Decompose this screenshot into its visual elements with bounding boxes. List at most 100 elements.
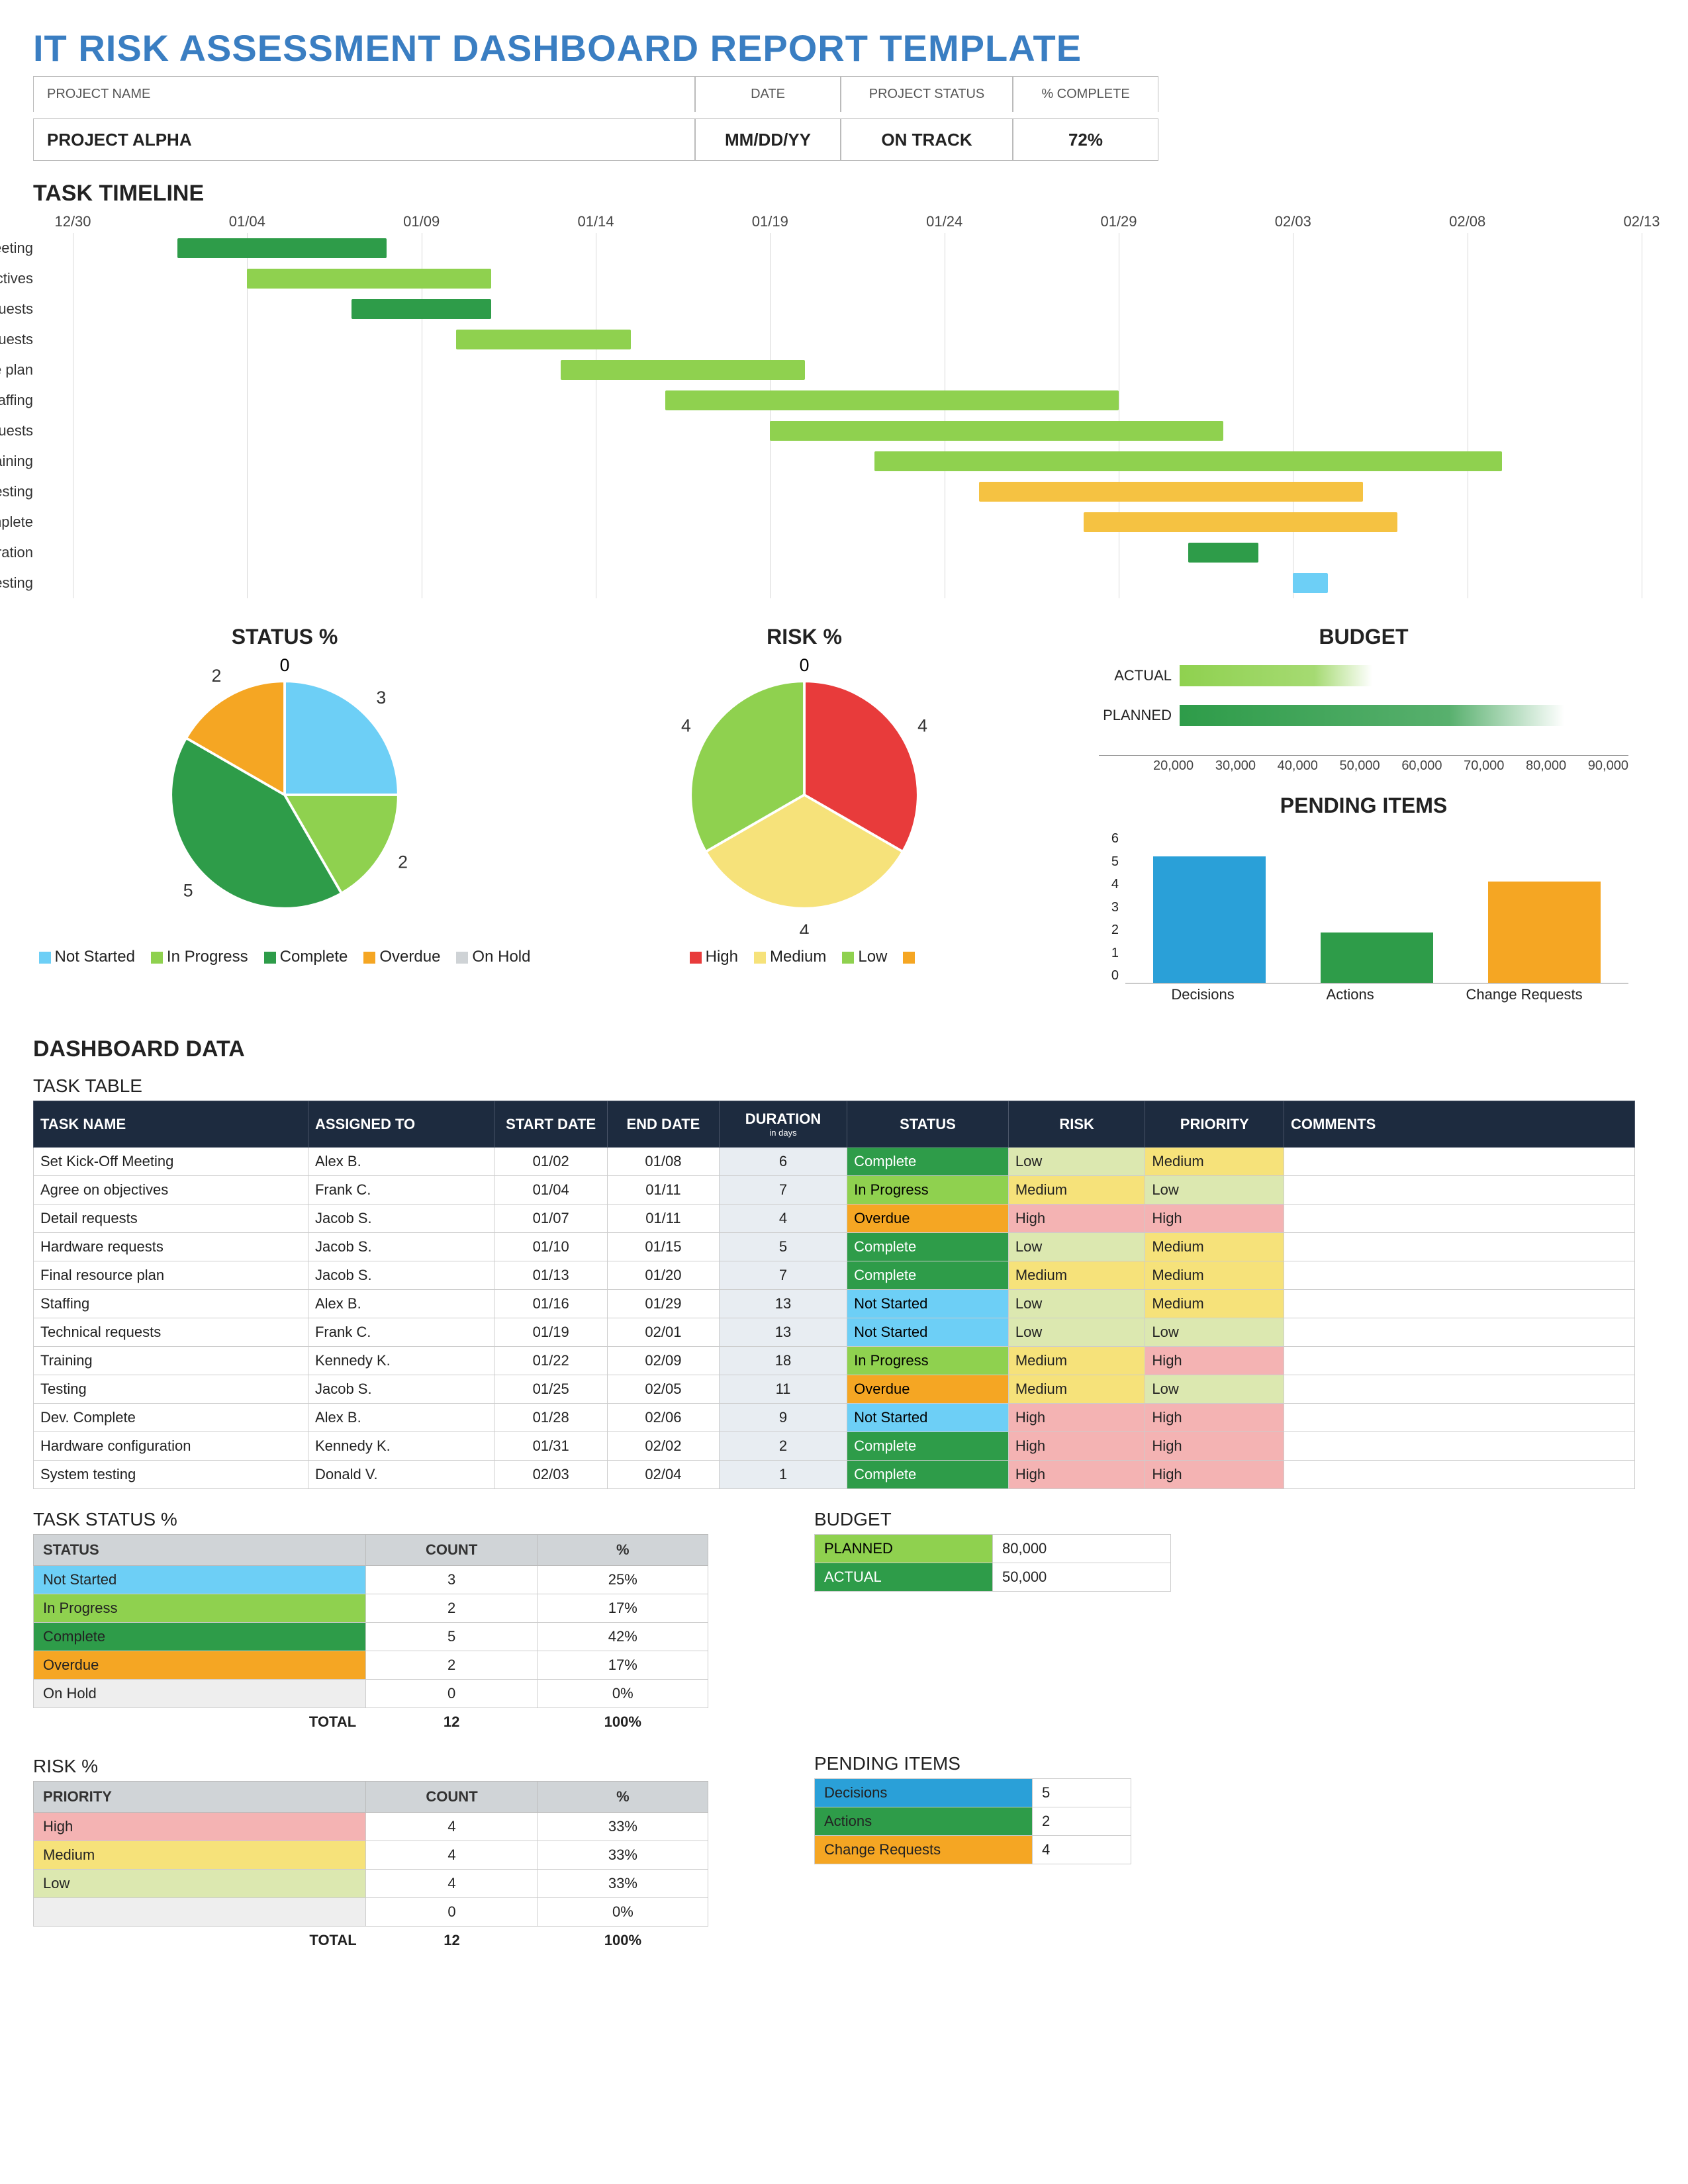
legend-item: Medium	[754, 948, 826, 966]
task-th: COMMENTS	[1284, 1101, 1635, 1148]
task-cell: Jacob S.	[308, 1205, 494, 1233]
kv-val: 5	[1033, 1779, 1131, 1807]
task-cell: 1	[719, 1461, 847, 1489]
mini-th: %	[538, 1535, 708, 1566]
value-complete: 72%	[1013, 118, 1158, 161]
mini-cell: Medium	[34, 1841, 366, 1870]
task-th: PRIORITY	[1145, 1101, 1284, 1148]
task-cell: Jacob S.	[308, 1375, 494, 1404]
task-cell: Complete	[847, 1461, 1009, 1489]
legend-item: In Progress	[151, 948, 248, 966]
task-cell: Training	[34, 1347, 308, 1375]
mini-cell: 33%	[538, 1841, 708, 1870]
task-th: START DATE	[494, 1101, 608, 1148]
task-cell: Low	[1008, 1233, 1145, 1261]
task-cell: Medium	[1008, 1261, 1145, 1290]
task-cell: Hardware configuration	[34, 1432, 308, 1461]
task-cell: Medium	[1008, 1347, 1145, 1375]
section-task-status: TASK STATUS %	[33, 1509, 708, 1530]
task-cell: System testing	[34, 1461, 308, 1489]
status-table: STATUSCOUNT%Not Started325%In Progress21…	[33, 1534, 708, 1736]
legend-status: Not StartedIn ProgressCompleteOverdueOn …	[33, 948, 536, 966]
kv-key: ACTUAL	[815, 1563, 993, 1592]
task-cell: 01/31	[494, 1432, 608, 1461]
mini-th: PRIORITY	[34, 1782, 366, 1813]
task-cell: Frank C.	[308, 1318, 494, 1347]
task-cell	[1284, 1404, 1635, 1432]
table-row: PLANNED80,000	[815, 1535, 1171, 1563]
task-cell: Medium	[1008, 1176, 1145, 1205]
kv-val: 50,000	[993, 1563, 1171, 1592]
task-cell: Medium	[1145, 1261, 1284, 1290]
budget-tick: 40,000	[1278, 758, 1318, 774]
task-cell: High	[1008, 1404, 1145, 1432]
label-status: PROJECT STATUS	[841, 76, 1013, 112]
table-row: Final resource planJacob S.01/1301/207Co…	[34, 1261, 1635, 1290]
kv-key: Change Requests	[815, 1836, 1033, 1864]
task-cell: Kennedy K.	[308, 1347, 494, 1375]
table-row: Complete542%	[34, 1623, 708, 1651]
budget-tick: 50,000	[1339, 758, 1380, 774]
chart-title-pending: PENDING ITEMS	[1072, 794, 1655, 818]
task-cell: Complete	[847, 1148, 1009, 1176]
task-cell: 01/04	[494, 1176, 608, 1205]
task-cell	[1284, 1233, 1635, 1261]
task-cell: 01/29	[607, 1290, 719, 1318]
task-cell: Jacob S.	[308, 1261, 494, 1290]
gantt-row: Dev. Complete	[73, 507, 1642, 537]
mini-cell: 2	[365, 1651, 538, 1680]
task-cell: Alex B.	[308, 1290, 494, 1318]
task-cell: Dev. Complete	[34, 1404, 308, 1432]
task-cell: Low	[1008, 1148, 1145, 1176]
task-th: END DATE	[607, 1101, 719, 1148]
task-cell	[1284, 1205, 1635, 1233]
task-cell: Medium	[1145, 1148, 1284, 1176]
kv-val: 80,000	[993, 1535, 1171, 1563]
task-cell: 02/02	[607, 1432, 719, 1461]
task-cell: Alex B.	[308, 1404, 494, 1432]
mini-cell: 17%	[538, 1651, 708, 1680]
gantt-row-label: Dev. Complete	[0, 514, 33, 531]
gantt-tick: 01/04	[229, 213, 265, 230]
budget-tick: 70,000	[1464, 758, 1504, 774]
task-cell: Technical requests	[34, 1318, 308, 1347]
gantt-row: Testing	[73, 477, 1642, 507]
budget-tick: 60,000	[1401, 758, 1442, 774]
table-row: StaffingAlex B.01/1601/2913Not StartedLo…	[34, 1290, 1635, 1318]
task-cell: Detail requests	[34, 1205, 308, 1233]
svg-text:3: 3	[376, 688, 386, 707]
table-row: Hardware requestsJacob S.01/1001/155Comp…	[34, 1233, 1635, 1261]
gantt-bar	[665, 390, 1119, 410]
task-cell: 01/13	[494, 1261, 608, 1290]
task-cell: Agree on objectives	[34, 1176, 308, 1205]
mini-th: COUNT	[366, 1782, 538, 1813]
pending-table: Decisions5Actions2Change Requests4	[814, 1778, 1131, 1864]
svg-text:4: 4	[917, 716, 927, 736]
legend-item	[903, 948, 919, 966]
task-cell	[1284, 1347, 1635, 1375]
table-row: Decisions5	[815, 1779, 1131, 1807]
task-cell: 2	[719, 1432, 847, 1461]
task-cell: 02/09	[607, 1347, 719, 1375]
table-row: TestingJacob S.01/2502/0511OverdueMedium…	[34, 1375, 1635, 1404]
mini-cell: 0	[365, 1680, 538, 1708]
gantt-row-label: Set Kick-Off Meeting	[0, 240, 33, 257]
gantt-tick: 02/13	[1623, 213, 1660, 230]
task-cell	[1284, 1432, 1635, 1461]
task-cell: Set Kick-Off Meeting	[34, 1148, 308, 1176]
gantt-row-label: Hardware configuration	[0, 544, 33, 561]
task-cell: 9	[719, 1404, 847, 1432]
task-cell: Low	[1008, 1290, 1145, 1318]
task-cell: In Progress	[847, 1176, 1009, 1205]
gantt-row-label: Technical requests	[0, 422, 33, 439]
kv-key: Decisions	[815, 1779, 1033, 1807]
chart-title-budget: BUDGET	[1072, 625, 1655, 649]
table-row: Set Kick-Off MeetingAlex B.01/0201/086Co…	[34, 1148, 1635, 1176]
task-cell: 01/22	[494, 1347, 608, 1375]
task-cell: 01/15	[607, 1233, 719, 1261]
gantt-bar	[1188, 543, 1258, 563]
gantt-bar	[1293, 573, 1328, 593]
mini-cell: 0	[366, 1898, 538, 1927]
task-cell: Complete	[847, 1432, 1009, 1461]
task-cell: Complete	[847, 1261, 1009, 1290]
